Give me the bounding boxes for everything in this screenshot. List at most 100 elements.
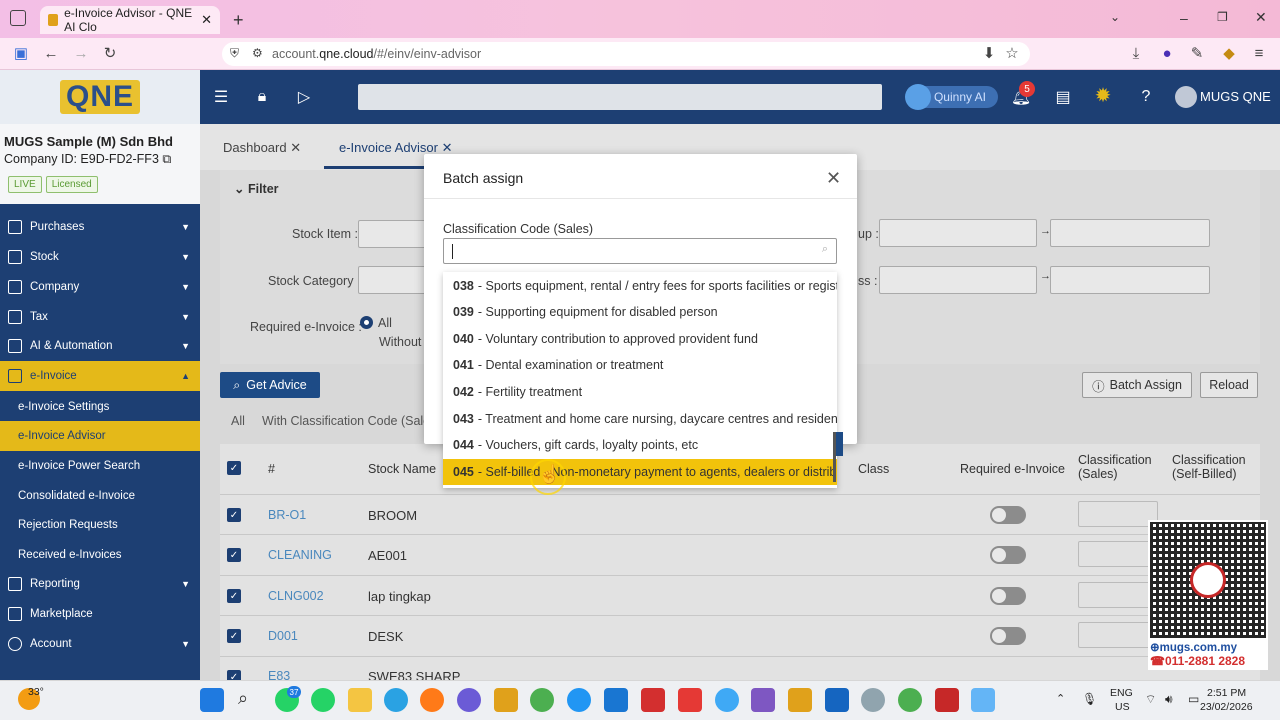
app6-icon[interactable]	[861, 688, 885, 712]
sidebar-item-purchases[interactable]: Purchases ▼	[0, 212, 200, 242]
search-icon[interactable]: ⌕	[238, 688, 262, 712]
filter-right-select-1[interactable]	[879, 219, 1037, 247]
required-toggle[interactable]	[990, 506, 1026, 524]
row-code[interactable]: BR-O1	[268, 508, 306, 522]
sidebar-subitem-einvoice-settings[interactable]: e-Invoice Settings	[0, 392, 200, 422]
classification-sales-select[interactable]	[1078, 541, 1158, 567]
row-checkbox[interactable]: ✓	[227, 548, 241, 562]
back-icon[interactable]: ←	[42, 44, 60, 62]
maximize-icon[interactable]: ❐	[1217, 10, 1228, 24]
clock-date[interactable]: 23/02/2026	[1200, 701, 1253, 713]
anydesk-icon[interactable]	[678, 688, 702, 712]
row-checkbox[interactable]: ✓	[227, 670, 241, 680]
microphone-icon[interactable]: 🎙︎	[1082, 692, 1097, 706]
play-icon[interactable]: ▷	[293, 86, 315, 108]
close-window-icon[interactable]: ✕	[1255, 9, 1267, 26]
store-icon[interactable]: ▤	[1052, 86, 1074, 108]
forward-icon[interactable]: →	[72, 44, 90, 62]
sidebar-subitem-consolidated[interactable]: Consolidated e-Invoice	[0, 481, 200, 511]
sidebar-item-stock[interactable]: Stock ▼	[0, 242, 200, 272]
edge-icon[interactable]	[384, 688, 408, 712]
subtab-with-classification[interactable]: With Classification Code (Sales)	[262, 414, 441, 428]
whatsapp-business-icon[interactable]	[311, 688, 335, 712]
filter-right-select-2[interactable]	[1050, 219, 1210, 247]
sidebar-subitem-received[interactable]: Received e-Invoices	[0, 540, 200, 570]
classification-sales-select[interactable]	[1078, 622, 1158, 648]
close-tab-icon[interactable]: ✕	[290, 140, 301, 155]
tab-actions-icon[interactable]	[10, 10, 26, 26]
extensions-icon[interactable]: ✎	[1188, 44, 1206, 62]
subtab-all[interactable]: All	[231, 414, 245, 428]
sidebar-item-ai-automation[interactable]: AI & Automation ▼	[0, 331, 200, 361]
sidebar-subitem-einvoice-advisor[interactable]: e-Invoice Advisor	[0, 421, 200, 451]
lang-top[interactable]: ENG	[1110, 687, 1133, 699]
battery-icon[interactable]: ▭	[1188, 692, 1199, 706]
tab-dashboard[interactable]: Dashboard ✕	[223, 140, 301, 156]
app3-icon[interactable]	[751, 688, 775, 712]
copy-icon[interactable]: ⧉	[162, 152, 171, 166]
required-toggle[interactable]	[990, 546, 1026, 564]
extension-info-icon[interactable]: ●	[1158, 44, 1176, 62]
option-041[interactable]: 041- Dental examination or treatment	[443, 352, 837, 378]
browser-tab[interactable]: e-Invoice Advisor - QNE AI Clo ✕	[40, 6, 220, 34]
stock-item-input[interactable]	[358, 220, 428, 248]
lock-icon[interactable]: 🔒︎	[251, 86, 273, 108]
start-icon[interactable]	[200, 688, 224, 712]
sidebar-subitem-rejection[interactable]: Rejection Requests	[0, 510, 200, 540]
hamburger-icon[interactable]: ☰	[210, 86, 232, 108]
minimize-icon[interactable]: –	[1180, 10, 1188, 26]
row-code[interactable]: CLNG002	[268, 589, 324, 603]
sidebar-subitem-power-search[interactable]: e-Invoice Power Search	[0, 451, 200, 481]
option-038[interactable]: 038- Sports equipment, rental / entry fe…	[443, 273, 837, 299]
row-code[interactable]: E83	[268, 669, 290, 680]
sidebar-toggle-icon[interactable]: ▣	[12, 44, 30, 62]
refresh-icon[interactable]: ↻	[101, 44, 119, 62]
classification-search-input[interactable]: ⌕	[443, 238, 837, 264]
option-040[interactable]: 040- Voluntary contribution to approved …	[443, 326, 837, 352]
tab-list-icon[interactable]: ⌄	[1110, 10, 1120, 24]
mcafee-icon[interactable]	[935, 688, 959, 712]
filter-right-select-3[interactable]	[879, 266, 1037, 294]
app4-icon[interactable]	[788, 688, 812, 712]
table-row[interactable]: ✓ D001 DESK	[220, 615, 1260, 655]
filter-right-select-4[interactable]	[1050, 266, 1210, 294]
url-input[interactable]: account. qne.cloud/#/einv/einv-advisor	[222, 42, 1030, 66]
close-icon[interactable]: ✕	[826, 168, 841, 189]
table-row[interactable]: ✓ BR-O1 BROOM	[220, 494, 1260, 534]
user-name[interactable]: MUGS QNE	[1200, 89, 1271, 104]
row-code[interactable]: CLEANING	[268, 548, 332, 562]
mascot-icon[interactable]: ✹	[1092, 84, 1114, 107]
wifi-icon[interactable]: ⌔	[1145, 692, 1156, 707]
sidebar-item-reporting[interactable]: Reporting ▼	[0, 569, 200, 599]
stock-category-input[interactable]	[358, 266, 428, 294]
app5-icon[interactable]	[825, 688, 849, 712]
snipping-icon[interactable]	[971, 688, 995, 712]
file-explorer-icon[interactable]	[348, 688, 372, 712]
logo-area[interactable]: QNE	[0, 70, 200, 124]
row-checkbox[interactable]: ✓	[227, 508, 241, 522]
favorite-star-icon[interactable]: ☆	[1003, 44, 1021, 62]
profile-icon[interactable]: ◆	[1220, 44, 1238, 62]
close-tab-icon[interactable]: ✕	[201, 12, 212, 28]
modal-confirm-edge[interactable]	[836, 432, 843, 456]
select-all-checkbox[interactable]: ✓	[227, 461, 241, 475]
table-row[interactable]: ✓ CLNG002 lap tingkap	[220, 575, 1260, 615]
sidebar-item-company[interactable]: Company ▼	[0, 272, 200, 302]
tune-icon[interactable]: ⚙	[252, 46, 263, 60]
calculator-icon[interactable]	[604, 688, 628, 712]
clock-time[interactable]: 2:51 PM	[1207, 687, 1246, 699]
sidebar-item-tax[interactable]: Tax ▼	[0, 302, 200, 332]
get-advice-button[interactable]: ⌕ Get Advice	[220, 372, 320, 398]
classification-sales-select[interactable]	[1078, 582, 1158, 608]
option-042[interactable]: 042- Fertility treatment	[443, 379, 837, 405]
lang-bottom[interactable]: US	[1115, 701, 1130, 713]
close-tab-icon[interactable]: ✕	[442, 140, 453, 155]
app-icon[interactable]	[567, 688, 591, 712]
radio-all[interactable]	[360, 316, 373, 329]
user-avatar[interactable]	[1175, 86, 1197, 108]
required-toggle[interactable]	[990, 627, 1026, 645]
reload-button[interactable]: Reload	[1200, 372, 1258, 398]
firefox-icon[interactable]	[420, 688, 444, 712]
row-checkbox[interactable]: ✓	[227, 589, 241, 603]
help-icon[interactable]: ?	[1135, 86, 1157, 108]
